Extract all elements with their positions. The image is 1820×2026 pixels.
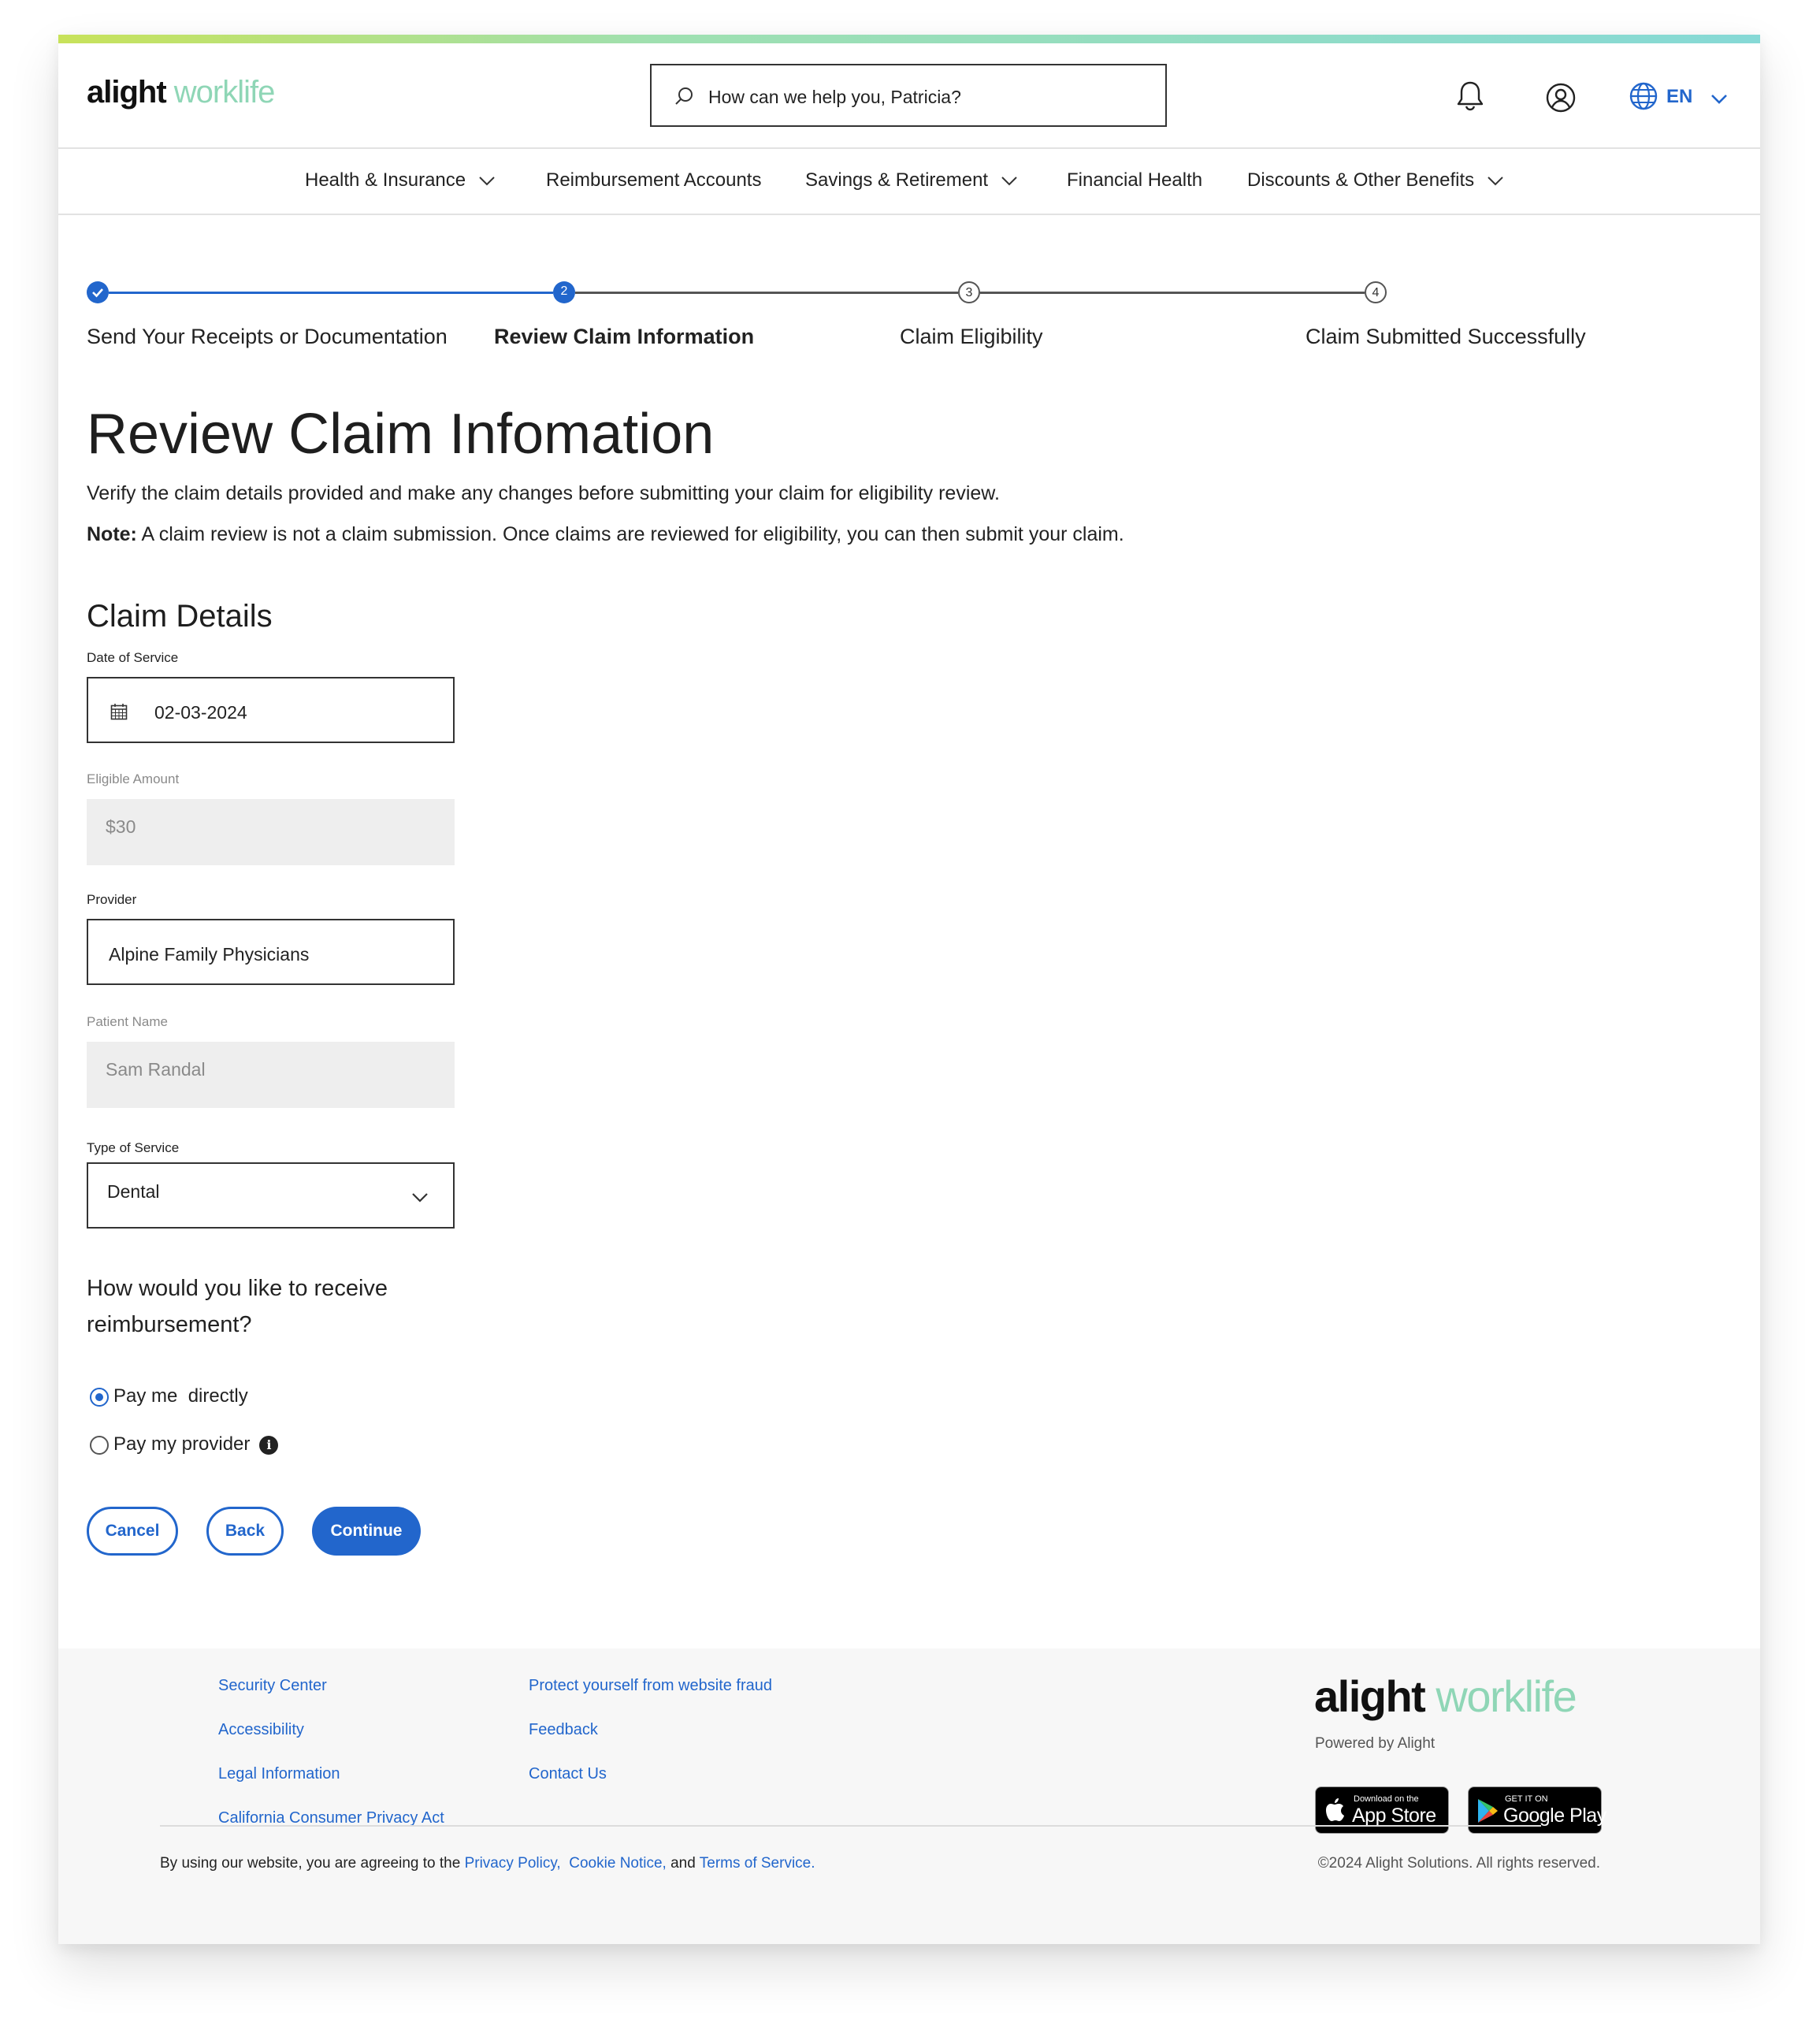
date-of-service-label: Date of Service [87, 650, 179, 665]
pay-my-provider-radio[interactable] [90, 1435, 109, 1455]
chevron-down-icon [1711, 95, 1727, 104]
nav-item-reimbursement-accounts[interactable]: Reimbursement Accounts [546, 169, 761, 191]
step-1-label: Send Your Receipts or Documentation [87, 325, 448, 348]
step-3-marker: 3 [958, 281, 980, 303]
user-account-icon[interactable] [1546, 83, 1576, 113]
app-store-small-text: Download on the [1354, 1794, 1419, 1804]
chevron-down-icon [1488, 176, 1503, 186]
note-label: Note: [87, 523, 137, 545]
alight-worklife-logo[interactable]: alight worklife [87, 75, 275, 110]
date-of-service-input[interactable] [153, 696, 471, 729]
step-4-label: Claim Submitted Successfully [1306, 325, 1586, 348]
google-play-big-text: Google Play [1503, 1805, 1606, 1827]
search-icon [675, 87, 693, 105]
step-1-complete-marker [87, 281, 109, 303]
nav-item-financial-health[interactable]: Financial Health [1067, 169, 1202, 191]
eligible-amount-field: $30 [87, 799, 455, 865]
header: alight worklife How can we help you, Pat… [58, 43, 1760, 149]
eligible-amount-label: Eligible Amount [87, 771, 180, 786]
privacy-policy-link[interactable]: Privacy Policy, [465, 1855, 561, 1872]
page-card: alight worklife How can we help you, Pat… [58, 35, 1760, 1944]
nav-item-discounts-other-benefits[interactable]: Discounts & Other Benefits [1247, 169, 1504, 191]
footer: Security Center Accessibility Legal Info… [58, 1649, 1760, 1944]
google-play-small-text: GET IT ON [1505, 1794, 1548, 1804]
chevron-down-icon [412, 1193, 428, 1203]
step-connector [980, 292, 1365, 294]
pay-my-provider-option[interactable]: Pay my provider i [90, 1433, 279, 1455]
nav-item-savings-retirement[interactable]: Savings & Retirement [805, 169, 1018, 191]
chevron-down-icon [479, 176, 495, 186]
footer-link-security-center[interactable]: Security Center [218, 1677, 327, 1695]
terms-of-service-link[interactable]: Terms of Service. [700, 1855, 815, 1872]
copyright-text: ©2024 Alight Solutions. All rights reser… [1317, 1855, 1600, 1872]
patient-name-value: Sam Randal [106, 1059, 206, 1080]
app-store-big-text: App Store [1352, 1805, 1436, 1827]
step-4-marker: 4 [1365, 281, 1387, 303]
bell-icon[interactable] [1456, 80, 1484, 111]
app-store-badge[interactable]: Download on the App Store [1315, 1786, 1449, 1834]
powered-by-text: Powered by Alight [1315, 1735, 1436, 1752]
patient-name-field: Sam Randal [87, 1042, 455, 1108]
language-code: EN [1666, 86, 1693, 107]
patient-name-label: Patient Name [87, 1014, 168, 1029]
footer-link-contact-us[interactable]: Contact Us [529, 1765, 607, 1783]
eligible-amount-value: $30 [106, 816, 136, 837]
cookie-notice-link[interactable]: Cookie Notice, [569, 1855, 667, 1872]
intro-text: Verify the claim details provided and ma… [87, 482, 1000, 504]
info-icon[interactable]: i [259, 1435, 279, 1455]
footer-link-website-fraud[interactable]: Protect yourself from website fraud [529, 1677, 772, 1695]
continue-button[interactable]: Continue [312, 1507, 421, 1556]
step-2-label: Review Claim Information [494, 325, 755, 348]
checkmark-icon [92, 288, 103, 298]
pay-my-provider-label: Pay my provider [113, 1433, 251, 1455]
pay-me-directly-radio[interactable] [90, 1387, 109, 1407]
step-3-label: Claim Eligibility [900, 325, 1043, 348]
legal-text: By using our website, you are agreeing t… [160, 1855, 815, 1872]
note-body: A claim review is not a claim submission… [136, 523, 1124, 545]
google-play-icon [1478, 1799, 1498, 1823]
calendar-icon[interactable] [110, 703, 128, 720]
step-2-current-marker: 2 [553, 281, 575, 303]
footer-link-accessibility[interactable]: Accessibility [218, 1721, 304, 1739]
reimbursement-question: How would you like to receive reimbursem… [87, 1276, 388, 1337]
apple-icon [1326, 1798, 1344, 1821]
main-nav: Health & Insurance Reimbursement Account… [58, 149, 1760, 215]
note-text: Note: A claim review is not a claim subm… [87, 523, 1124, 546]
type-of-service-select[interactable]: Dental [87, 1162, 455, 1229]
pay-me-directly-option[interactable]: Pay me directly [90, 1385, 248, 1407]
footer-divider [160, 1825, 1541, 1827]
provider-input[interactable] [107, 938, 425, 971]
step-connector [575, 292, 958, 294]
nav-item-health-insurance[interactable]: Health & Insurance [305, 169, 496, 191]
provider-label: Provider [87, 892, 137, 907]
step-connector-complete [109, 292, 553, 294]
footer-alight-worklife-logo: alight worklife [1314, 1671, 1577, 1721]
pay-me-directly-label: Pay me directly [113, 1385, 248, 1407]
footer-link-feedback[interactable]: Feedback [529, 1721, 598, 1739]
google-play-badge[interactable]: GET IT ON Google Play [1468, 1786, 1606, 1834]
provider-field[interactable] [87, 919, 455, 985]
brand-gradient-bar [58, 35, 1760, 43]
footer-link-legal-information[interactable]: Legal Information [218, 1765, 340, 1783]
type-of-service-label: Type of Service [87, 1140, 180, 1155]
search-input[interactable] [707, 78, 1151, 116]
date-of-service-field[interactable] [87, 677, 471, 743]
page-title: Review Claim Infomation [87, 403, 715, 466]
cancel-button[interactable]: Cancel [87, 1507, 178, 1556]
globe-icon [1629, 82, 1658, 110]
search-box[interactable] [650, 64, 1167, 127]
chevron-down-icon [1001, 176, 1017, 186]
back-button[interactable]: Back [206, 1507, 284, 1556]
claim-details-heading: Claim Details [87, 599, 273, 634]
type-of-service-value: Dental [107, 1181, 160, 1202]
